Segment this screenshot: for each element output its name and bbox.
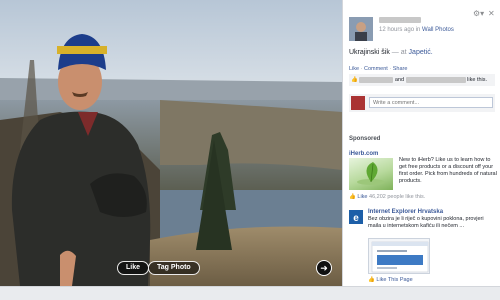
ad-image-ie[interactable] <box>368 238 430 274</box>
likes-and: and <box>394 77 405 83</box>
leaf-icon <box>357 162 385 185</box>
photo-image <box>0 0 342 286</box>
like-page-link[interactable]: Like This Page <box>376 277 412 283</box>
ie-logo-icon[interactable]: e <box>349 210 363 224</box>
likes-summary: 👍 and like this. <box>349 74 495 86</box>
ad-like-link[interactable]: Like <box>357 194 367 200</box>
next-photo-button[interactable]: ➜ <box>316 260 332 276</box>
user-avatar <box>351 96 365 110</box>
comment-composer <box>349 94 495 112</box>
photo-sidebar: 12 hours ago in Wall Photos Ukrajinski š… <box>342 0 500 300</box>
page-footer-strip <box>0 286 500 300</box>
ad-like-page-ie: 👍 Like This Page <box>368 277 413 283</box>
like-photo-button[interactable]: Like <box>117 261 150 275</box>
photo-caption: Ukrajinski šik — at Japetić. <box>349 49 433 56</box>
ad-body-iherb: New to iHerb? Like us to learn how to ge… <box>399 157 497 184</box>
ad-likes-iherb: 👍 Like 46,202 people like this. <box>349 194 425 200</box>
ad-title-ie[interactable]: Internet Explorer Hrvatska <box>368 209 443 215</box>
svg-text:e: e <box>353 213 359 224</box>
ad-image-iherb[interactable] <box>349 158 393 190</box>
redacted-name <box>379 17 421 23</box>
close-icon[interactable]: ✕ <box>488 9 495 18</box>
caption-text: Ukrajinski šik <box>349 49 390 56</box>
thumbs-up-icon: 👍 <box>351 77 358 83</box>
post-time[interactable]: 12 hours ago <box>379 27 414 33</box>
like-link[interactable]: Like <box>349 66 359 72</box>
browser-screenshot <box>371 241 429 273</box>
sponsored-header: Sponsored <box>349 136 381 142</box>
thumbs-up-icon: 👍 <box>368 277 375 283</box>
share-link[interactable]: Share <box>393 66 408 72</box>
poster-name[interactable] <box>379 17 421 24</box>
location-link[interactable]: Japetić. <box>409 49 433 56</box>
post-in-label: in <box>415 27 421 33</box>
caption-at: — at <box>391 49 407 56</box>
comment-link[interactable]: Comment <box>364 66 388 72</box>
likes-suffix: like this. <box>467 77 488 83</box>
tag-photo-button[interactable]: Tag Photo <box>148 261 200 275</box>
photo-viewer: Like Tag Photo ➜ 12 hours ago in Wall Ph… <box>0 0 500 300</box>
chevron-right-icon: ➜ <box>320 263 328 273</box>
post-meta: 12 hours ago in Wall Photos <box>379 27 454 33</box>
post-actions: Like · Comment · Share <box>349 66 407 72</box>
ie-logo-graphic: e <box>349 210 363 224</box>
gear-icon[interactable]: ⚙▾ <box>473 9 484 18</box>
redacted-liker[interactable] <box>405 76 466 83</box>
comment-input[interactable] <box>369 97 493 108</box>
ad-title-iherb[interactable]: iHerb.com <box>349 151 378 157</box>
ad-body-ie: Bez obzira je li riječ o kupovini poklon… <box>368 216 484 229</box>
album-link[interactable]: Wall Photos <box>422 27 454 33</box>
poster-avatar[interactable] <box>349 17 373 41</box>
redacted-liker[interactable] <box>359 76 394 83</box>
thumbs-up-icon: 👍 <box>349 194 356 200</box>
photo[interactable]: Like Tag Photo ➜ <box>0 0 342 286</box>
avatar-image <box>349 17 373 41</box>
ad-like-count: 46,202 people like this. <box>369 194 426 200</box>
